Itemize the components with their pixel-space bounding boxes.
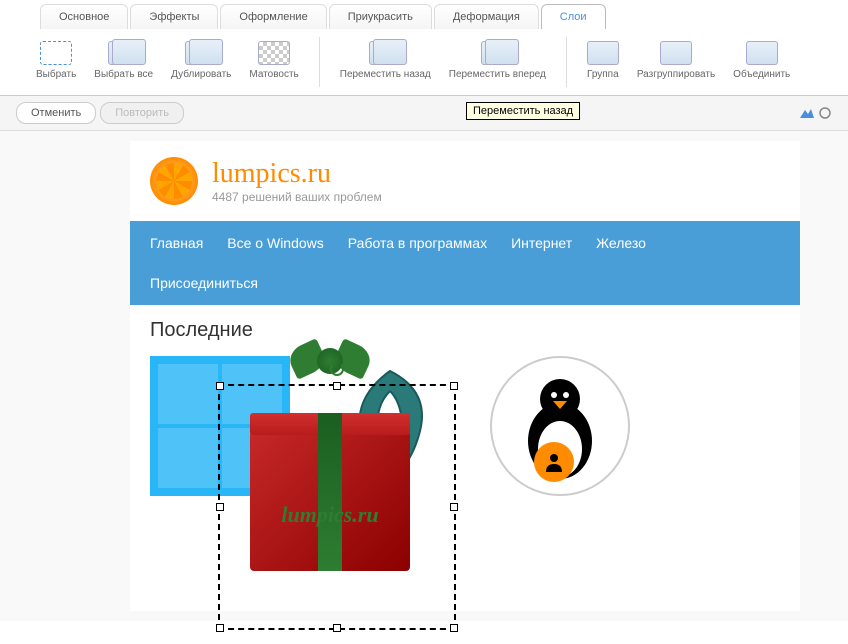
ribbon-toolbar: Выбрать Выбрать все Дублировать Матовост… <box>0 29 848 96</box>
select-all-button[interactable]: Выбрать все <box>88 37 159 84</box>
group-icon <box>587 41 619 65</box>
duplicate-label: Дублировать <box>171 69 231 80</box>
select-label: Выбрать <box>36 69 76 80</box>
opacity-label: Матовость <box>249 69 298 80</box>
resize-handle-nw[interactable] <box>216 382 224 390</box>
tab-decorate[interactable]: Приукрасить <box>329 4 432 29</box>
tab-effects[interactable]: Эффекты <box>130 4 218 29</box>
merge-icon <box>746 41 778 65</box>
move-forward-label: Переместить вперед <box>449 69 546 80</box>
group-label: Группа <box>587 69 619 80</box>
ungroup-button[interactable]: Разгруппировать <box>631 37 721 84</box>
site-header: lumpics.ru 4487 решений ваших проблем <box>130 141 800 221</box>
canvas-area[interactable]: lumpics.ru 4487 решений ваших проблем Гл… <box>0 131 848 621</box>
resize-handle-n[interactable] <box>333 382 341 390</box>
select-button[interactable]: Выбрать <box>30 37 82 84</box>
nav-join: Присоединиться <box>150 275 780 291</box>
zoom-controls <box>800 106 832 120</box>
ribbon-separator <box>319 37 320 87</box>
nav-internet: Интернет <box>511 235 572 251</box>
duplicate-icon <box>185 41 217 65</box>
undo-button[interactable]: Отменить <box>16 102 96 124</box>
selection-box[interactable] <box>218 384 456 630</box>
resize-handle-s[interactable] <box>333 624 341 632</box>
site-navbar: Главная Все о Windows Работа в программа… <box>130 221 800 305</box>
move-back-icon <box>369 41 401 65</box>
group-button[interactable]: Группа <box>581 37 625 84</box>
tab-deform[interactable]: Деформация <box>434 4 539 29</box>
duplicate-button[interactable]: Дублировать <box>165 37 237 84</box>
tooltip: Переместить назад <box>466 102 580 120</box>
ungroup-icon <box>660 41 692 65</box>
opacity-icon <box>258 41 290 65</box>
site-title: lumpics.ru <box>212 158 382 190</box>
select-all-icon <box>108 41 140 65</box>
move-forward-icon <box>481 41 513 65</box>
nav-home: Главная <box>150 235 203 251</box>
resize-handle-ne[interactable] <box>450 382 458 390</box>
resize-handle-sw[interactable] <box>216 624 224 632</box>
nav-programs: Работа в программах <box>348 235 487 251</box>
resize-handle-e[interactable] <box>450 503 458 511</box>
opacity-button[interactable]: Матовость <box>243 37 304 84</box>
select-all-label: Выбрать все <box>94 69 153 80</box>
tab-layers[interactable]: Слои <box>541 4 606 29</box>
gift-bow-icon <box>290 336 370 386</box>
user-badge-icon <box>158 460 186 488</box>
main-tabs: Основное Эффекты Оформление Приукрасить … <box>0 0 848 29</box>
rotate-handle[interactable] <box>330 362 344 376</box>
move-back-button[interactable]: Переместить назад <box>334 37 437 84</box>
nav-windows: Все о Windows <box>227 235 323 251</box>
zoom-mountain-icon[interactable] <box>800 108 814 118</box>
ungroup-label: Разгруппировать <box>637 69 715 80</box>
redo-button[interactable]: Повторить <box>100 102 184 124</box>
tab-design[interactable]: Оформление <box>220 4 326 29</box>
resize-handle-w[interactable] <box>216 503 224 511</box>
tab-main[interactable]: Основное <box>40 4 128 29</box>
resize-handle-se[interactable] <box>450 624 458 632</box>
ribbon-separator <box>566 37 567 87</box>
merge-button[interactable]: Объединить <box>727 37 796 84</box>
history-bar: Отменить Повторить <box>0 96 848 131</box>
orange-logo-icon <box>150 157 198 205</box>
merge-label: Объединить <box>733 69 790 80</box>
people-badge-icon <box>534 442 574 482</box>
zoom-fit-icon[interactable] <box>818 106 832 120</box>
linux-thumbnail <box>490 356 630 496</box>
nav-hardware: Железо <box>596 235 646 251</box>
site-subtitle: 4487 решений ваших проблем <box>212 190 382 204</box>
move-back-label: Переместить назад <box>340 69 431 80</box>
move-forward-button[interactable]: Переместить вперед <box>443 37 552 84</box>
section-heading: Последние <box>130 305 800 356</box>
select-icon <box>40 41 72 65</box>
